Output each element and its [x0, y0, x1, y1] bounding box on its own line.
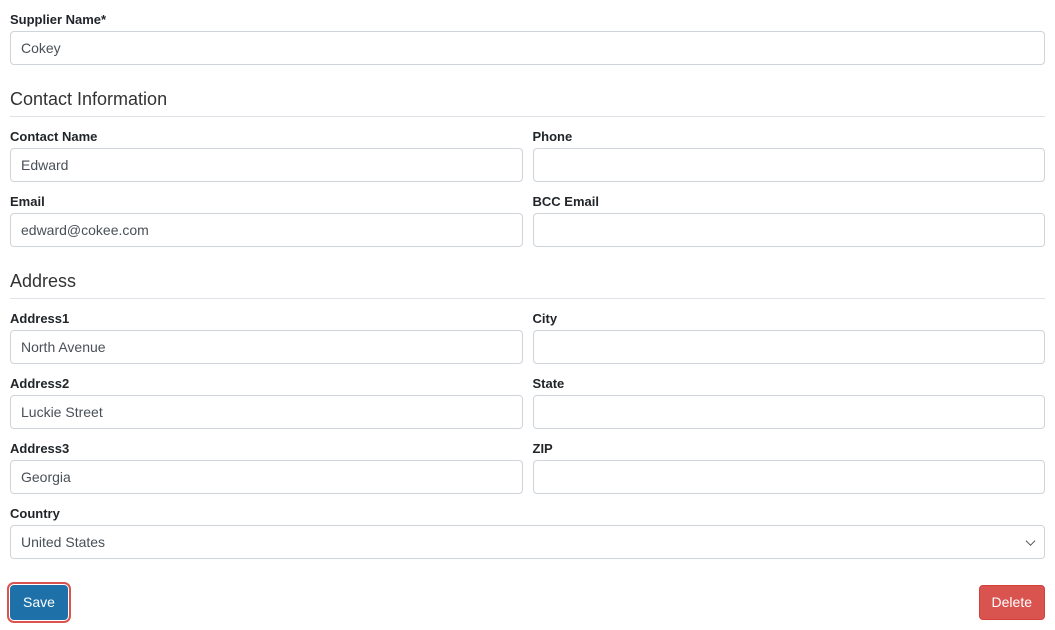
address3-label: Address3: [10, 441, 523, 456]
zip-label: ZIP: [533, 441, 1046, 456]
supplier-name-label: Supplier Name*: [10, 12, 1045, 27]
city-label: City: [533, 311, 1046, 326]
address2-label: Address2: [10, 376, 523, 391]
city-input[interactable]: [533, 330, 1046, 364]
section-title-address: Address: [10, 271, 1045, 299]
contact-name-label: Contact Name: [10, 129, 523, 144]
supplier-name-input[interactable]: [10, 31, 1045, 65]
zip-input[interactable]: [533, 460, 1046, 494]
address2-input[interactable]: [10, 395, 523, 429]
country-label: Country: [10, 506, 1045, 521]
state-label: State: [533, 376, 1046, 391]
save-button[interactable]: Save: [10, 585, 68, 620]
phone-input[interactable]: [533, 148, 1046, 182]
contact-name-input[interactable]: [10, 148, 523, 182]
bcc-email-label: BCC Email: [533, 194, 1046, 209]
section-title-contact: Contact Information: [10, 89, 1045, 117]
email-label: Email: [10, 194, 523, 209]
bcc-email-input[interactable]: [533, 213, 1046, 247]
address3-input[interactable]: [10, 460, 523, 494]
phone-label: Phone: [533, 129, 1046, 144]
delete-button[interactable]: Delete: [979, 585, 1045, 620]
state-input[interactable]: [533, 395, 1046, 429]
address1-input[interactable]: [10, 330, 523, 364]
address1-label: Address1: [10, 311, 523, 326]
email-input[interactable]: [10, 213, 523, 247]
